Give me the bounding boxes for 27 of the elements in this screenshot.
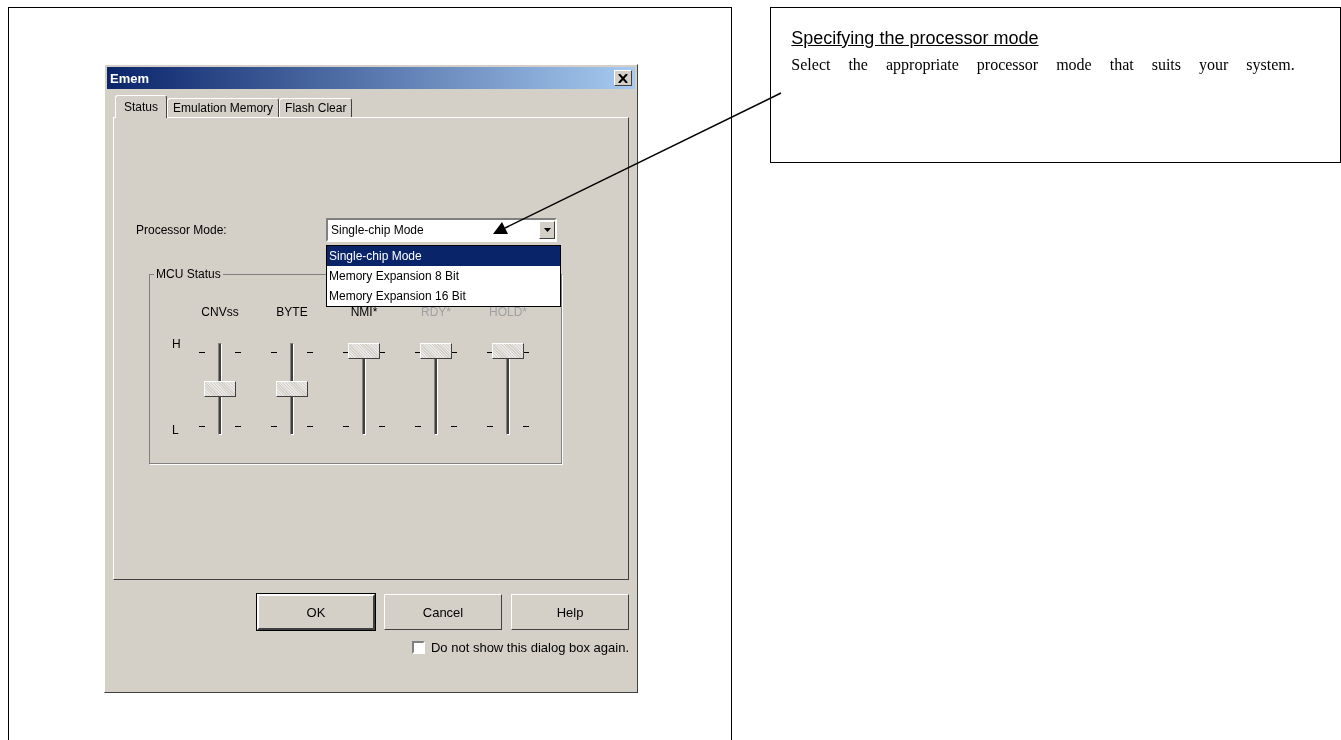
dropdown-option[interactable]: Memory Expansion 8 Bit [327,266,560,286]
tab[interactable]: Flash Clear [279,98,353,117]
close-icon [618,73,628,83]
tab[interactable]: Emulation Memory [167,98,280,117]
callout-text: Select the appropriate processor mode that suits your system. [791,55,1296,76]
signal-label: CNVss [201,305,239,321]
processor-mode-dropdown[interactable]: Single-chip Mode [326,218,557,242]
slider-thumb[interactable] [204,381,236,397]
close-button[interactable] [614,70,632,86]
field-label: Processor Mode: [136,223,228,237]
slider-thumb[interactable] [276,381,308,397]
dialog-button[interactable]: OK [257,594,375,630]
slider-thumb[interactable] [348,343,380,359]
tab[interactable]: Status [115,95,168,118]
group-title: MCU Status [154,267,223,281]
checkbox-label: Do not show this dialog box again. [431,640,629,655]
low-label: L [172,423,180,437]
high-label: H [172,337,182,351]
dropdown-option[interactable]: Single-chip Mode [327,246,560,266]
dialog-button[interactable]: Cancel [384,594,502,630]
callout-heading: Specifying the processor mode [791,28,1039,49]
dialog-button[interactable]: Help [511,594,629,630]
dropdown-option[interactable]: Memory Expansion 16 Bit [327,286,560,306]
signal-label: NMI* [350,305,378,321]
signal-label: BYTE [276,305,308,321]
checkbox[interactable] [412,641,425,654]
window-title: Emem [110,70,150,86]
